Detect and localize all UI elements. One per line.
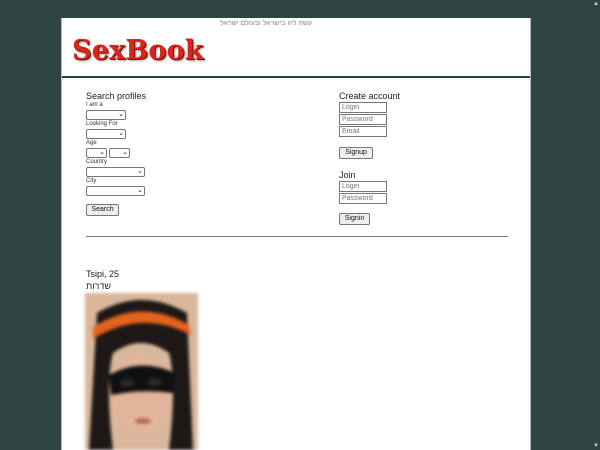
- profile-name-age[interactable]: Tsipi, 25: [86, 269, 119, 279]
- chevron-down-icon: ⌄: [118, 111, 124, 118]
- signin-login-input[interactable]: [339, 181, 387, 192]
- search-profiles-title: Search profiles: [86, 91, 147, 101]
- age-label: Age: [86, 140, 97, 146]
- i-am-select[interactable]: ⌄: [86, 110, 126, 120]
- i-am-label: I am a: [86, 102, 103, 108]
- signup-email-input[interactable]: [339, 126, 387, 137]
- scroll-down-icon[interactable]: ▼: [592, 442, 600, 450]
- age-min-select[interactable]: ⌄: [86, 148, 107, 158]
- chevron-down-icon: ⌄: [137, 168, 143, 175]
- scroll-up-icon[interactable]: ▲: [592, 0, 600, 8]
- chevron-down-icon: ⌄: [118, 130, 124, 137]
- profile-photo[interactable]: [85, 293, 198, 450]
- header-tagline: עשה ליוו בישראל ובעולם ישראל: [220, 20, 313, 27]
- city-select[interactable]: ⌄: [86, 186, 145, 196]
- profile-photo-graphic: [85, 293, 198, 450]
- chevron-down-icon: ⌄: [122, 149, 128, 156]
- country-select[interactable]: ⌄: [86, 167, 145, 177]
- page-container: עשה ליוו בישראל ובעולם ישראל SexBook Sea…: [61, 18, 531, 450]
- signup-login-input[interactable]: [339, 102, 387, 113]
- signin-password-input[interactable]: [339, 193, 387, 204]
- chevron-down-icon: ⌄: [99, 149, 105, 156]
- country-label: Country: [86, 159, 108, 165]
- profile-city: שדרות: [86, 281, 111, 291]
- looking-for-label: Looking For: [86, 121, 118, 127]
- signin-button[interactable]: Signin: [339, 213, 370, 225]
- chevron-down-icon: ⌄: [137, 187, 143, 194]
- vertical-scrollbar[interactable]: ▲ ▼: [592, 0, 600, 450]
- site-logo[interactable]: SexBook: [72, 35, 204, 66]
- join-title: Join: [339, 170, 356, 180]
- create-account-title: Create account: [339, 91, 401, 101]
- site-header: עשה ליוו בישראל ובעולם ישראל SexBook: [62, 18, 530, 78]
- search-button[interactable]: Search: [86, 204, 119, 216]
- section-divider: [86, 236, 508, 237]
- signup-button[interactable]: Signup: [339, 147, 373, 159]
- looking-for-select[interactable]: ⌄: [86, 129, 126, 139]
- signup-password-input[interactable]: [339, 114, 387, 125]
- age-max-select[interactable]: ⌄: [109, 148, 130, 158]
- city-label: City: [86, 178, 97, 184]
